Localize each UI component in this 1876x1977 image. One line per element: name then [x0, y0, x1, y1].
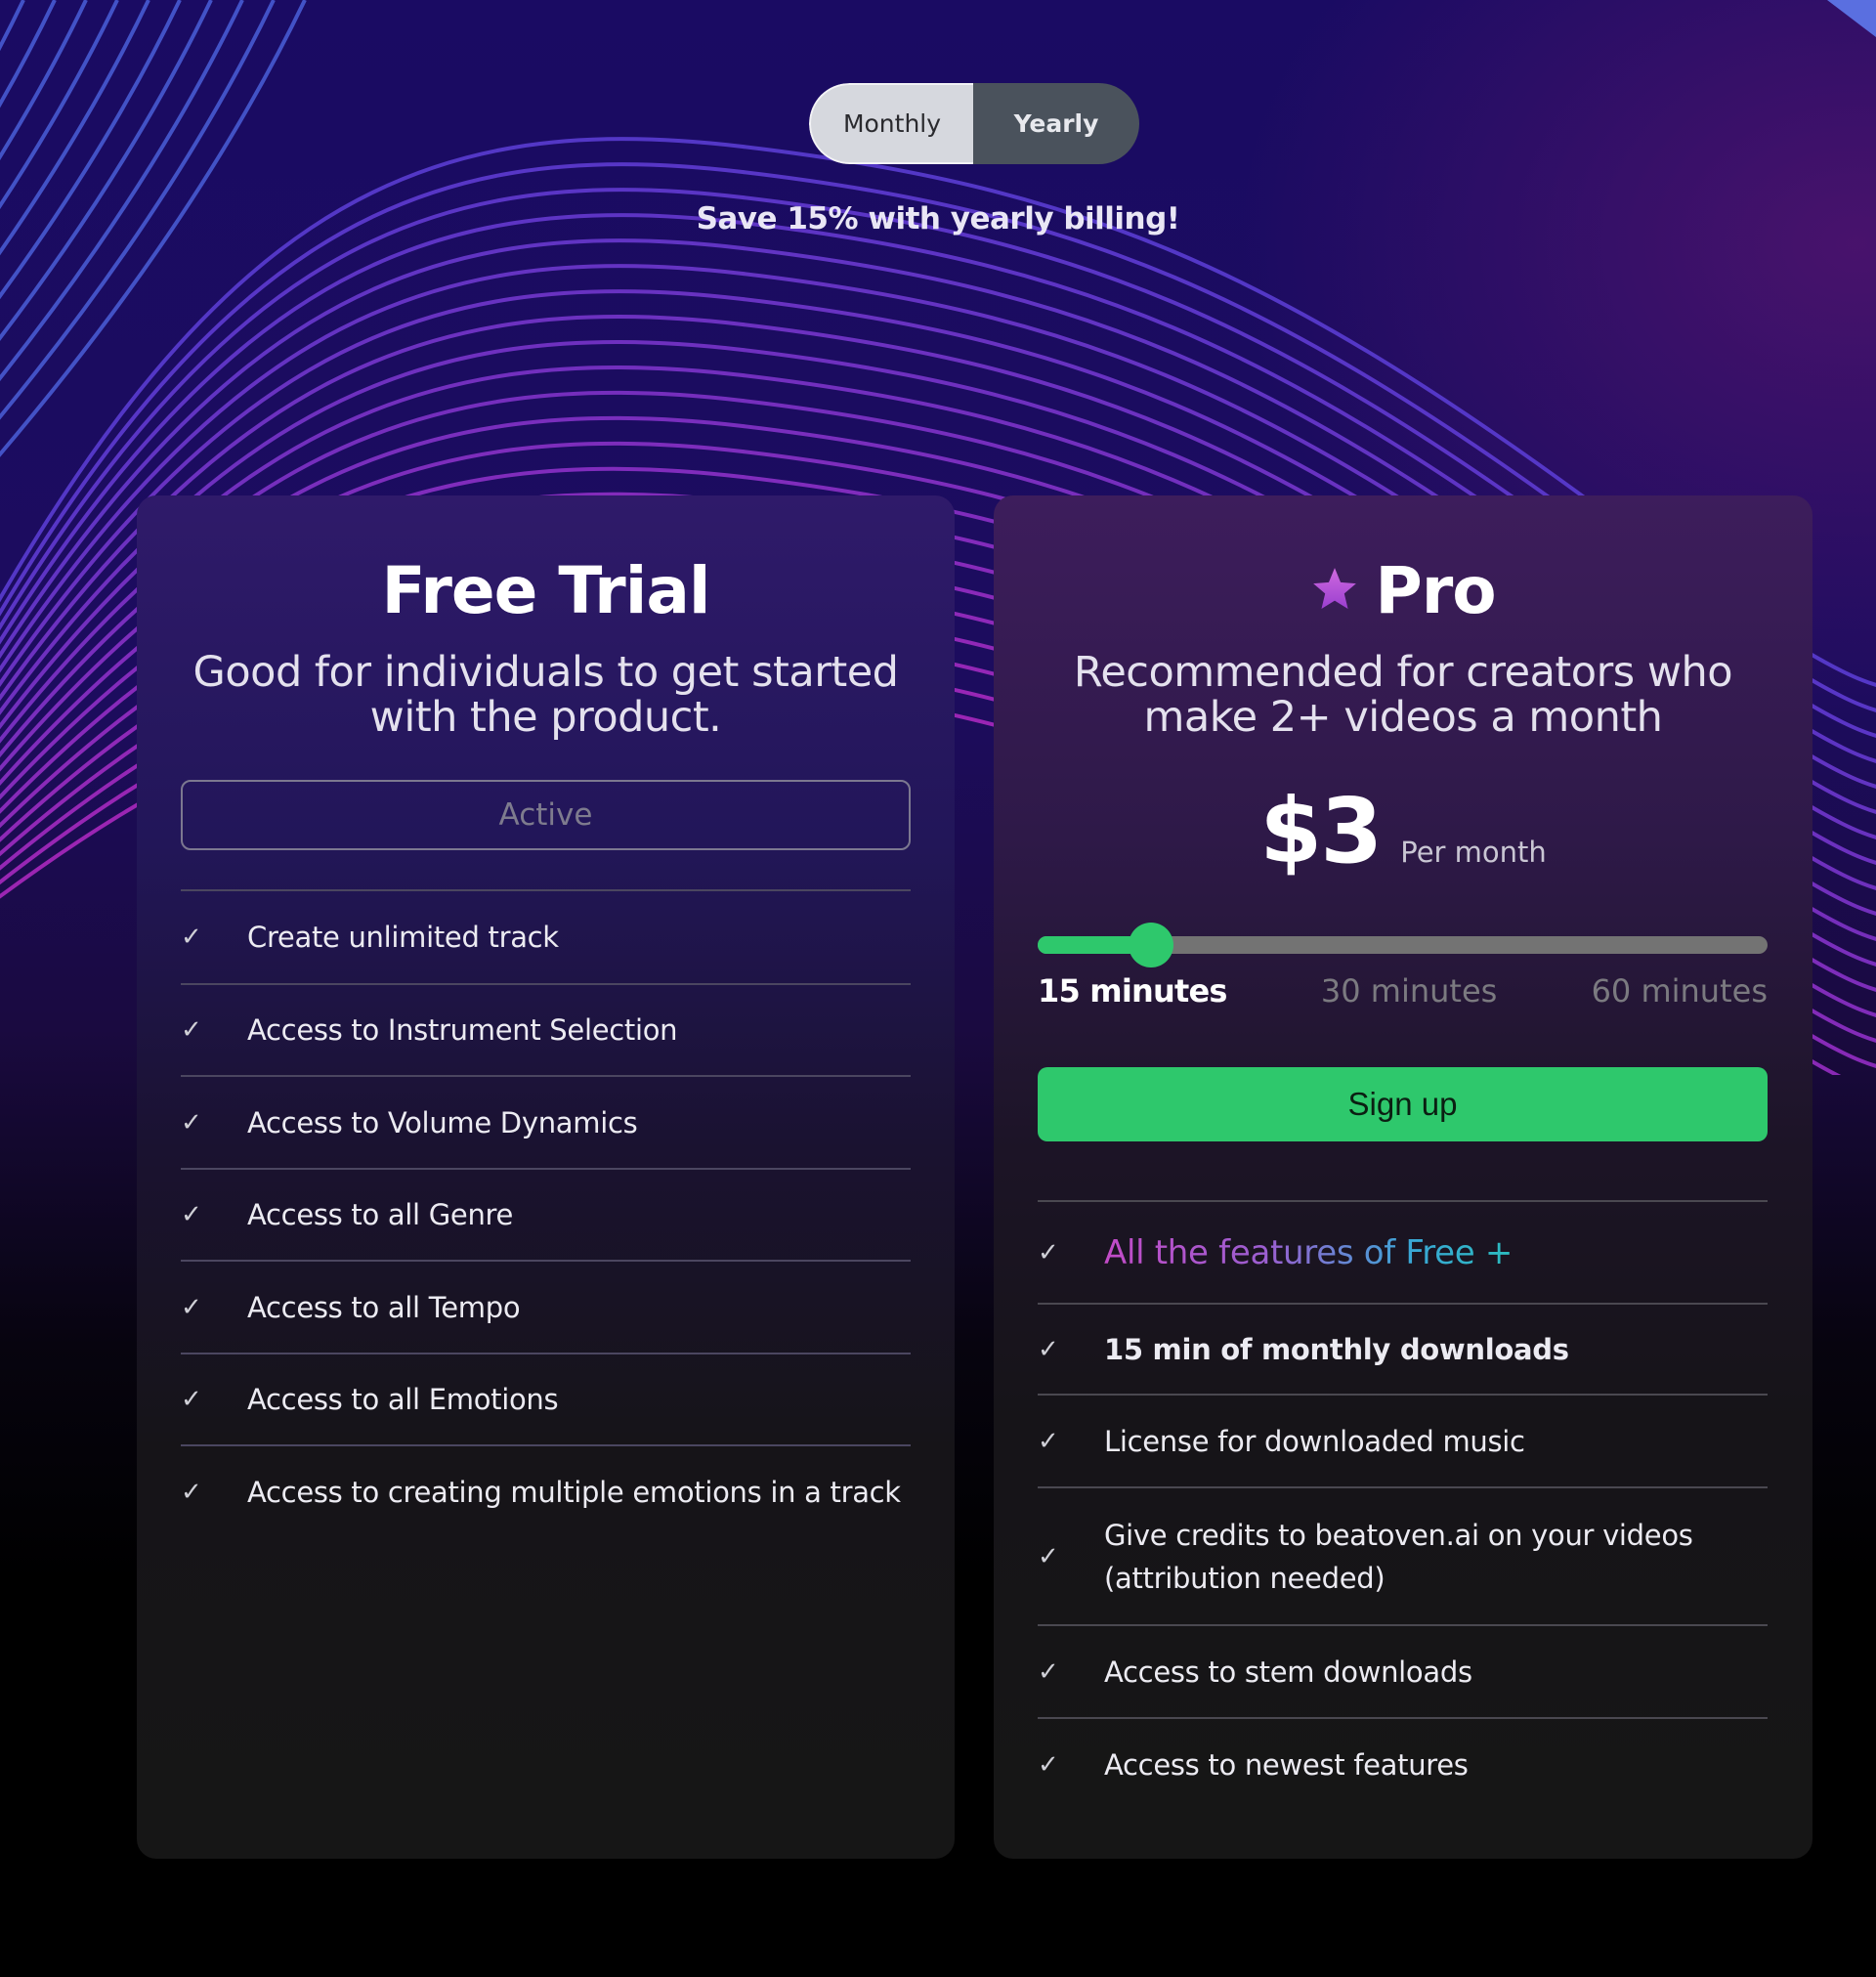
feature-item: ✓ All the features of Free + — [1038, 1200, 1768, 1303]
feature-text: Access to newest features — [1104, 1747, 1469, 1782]
feature-list: ✓ All the features of Free + ✓ 15 min of… — [1038, 1200, 1768, 1810]
feature-list: ✓ Create unlimited track ✓ Access to Ins… — [181, 889, 911, 1538]
plan-card-free: Free Trial Good for individuals to get s… — [137, 495, 955, 1859]
plan-title: Pro — [1375, 553, 1496, 628]
check-icon: ✓ — [1038, 1426, 1059, 1456]
check-icon: ✓ — [1038, 1656, 1059, 1687]
plan-description-line2: make 2+ videos a month — [1143, 693, 1663, 742]
minutes-slider[interactable] — [1038, 923, 1768, 967]
check-icon: ✓ — [181, 1015, 202, 1045]
wave-line — [0, 0, 88, 161]
slider-option-30[interactable]: 30 minutes — [1321, 972, 1497, 1011]
check-icon: ✓ — [181, 923, 202, 952]
plan-description-line1: Good for individuals to get started — [192, 648, 899, 697]
feature-text: Access to stem downloads — [1104, 1655, 1472, 1689]
sign-up-button[interactable]: Sign up — [1038, 1067, 1768, 1141]
plan-card-pro: Pro Recommended for creators who make 2+… — [994, 495, 1812, 1859]
feature-item: ✓ Give credits to beatoven.ai on your vi… — [1038, 1486, 1768, 1624]
check-icon: ✓ — [181, 1292, 202, 1322]
feature-text: Access to Volume Dynamics — [247, 1105, 638, 1139]
feature-item: ✓ Access to newest features — [1038, 1717, 1768, 1810]
check-icon: ✓ — [1038, 1237, 1059, 1268]
feature-item: ✓ Access to stem downloads — [1038, 1624, 1768, 1717]
plan-description-line2: with the product. — [369, 693, 722, 742]
billing-toggle[interactable]: Monthly Yearly — [809, 83, 1139, 164]
check-icon: ✓ — [1038, 1541, 1059, 1571]
slider-labels: 15 minutes 30 minutes 60 minutes — [1038, 972, 1768, 1011]
feature-text-highlight: All the features of Free + — [1104, 1232, 1514, 1272]
slider-option-15[interactable]: 15 minutes — [1038, 972, 1227, 1011]
feature-item: ✓ Access to Instrument Selection — [181, 983, 911, 1075]
check-icon: ✓ — [1038, 1334, 1059, 1364]
feature-item: ✓ Access to Volume Dynamics — [181, 1075, 911, 1168]
save-note: Save 15% with yearly billing! — [696, 201, 1180, 236]
corner-accent — [1827, 0, 1876, 37]
price-amount: $3 — [1259, 779, 1383, 883]
feature-item: ✓ Create unlimited track — [181, 889, 911, 983]
check-icon: ✓ — [1038, 1749, 1059, 1780]
feature-item: ✓ Access to creating multiple emotions i… — [181, 1444, 911, 1538]
feature-item: ✓ 15 min of monthly downloads — [1038, 1303, 1768, 1394]
star-icon — [1313, 568, 1357, 609]
check-icon: ✓ — [181, 1107, 202, 1138]
feature-text: Access to all Tempo — [247, 1290, 521, 1324]
feature-text: 15 min of monthly downloads — [1104, 1332, 1569, 1366]
feature-text: Access to all Emotions — [247, 1383, 559, 1416]
check-icon: ✓ — [181, 1200, 202, 1229]
feature-text: Create unlimited track — [247, 921, 559, 954]
slider-option-60[interactable]: 60 minutes — [1592, 972, 1768, 1011]
active-button[interactable]: Active — [181, 780, 911, 850]
feature-text: Access to creating multiple emotions in … — [247, 1476, 901, 1509]
price-row: $3 Per month — [994, 779, 1812, 883]
plan-description-line1: Recommended for creators who — [1073, 648, 1733, 697]
feature-item: ✓ Access to all Tempo — [181, 1260, 911, 1353]
check-icon: ✓ — [181, 1478, 202, 1507]
feature-text: License for downloaded music — [1104, 1424, 1525, 1458]
toggle-yearly[interactable]: Yearly — [973, 83, 1139, 164]
slider-thumb[interactable] — [1128, 923, 1173, 967]
plan-title-row: Pro — [994, 552, 1812, 630]
price-period: Per month — [1400, 836, 1547, 869]
feature-text: Access to all Genre — [247, 1198, 514, 1231]
toggle-monthly[interactable]: Monthly — [809, 83, 973, 164]
feature-item: ✓ License for downloaded music — [1038, 1394, 1768, 1486]
feature-item: ✓ Access to all Genre — [181, 1168, 911, 1260]
feature-text: Give credits to beatoven.ai on your vide… — [1104, 1518, 1693, 1595]
feature-text: Access to Instrument Selection — [247, 1013, 678, 1047]
feature-item: ✓ Access to all Emotions — [181, 1353, 911, 1444]
wave-line — [0, 0, 150, 256]
check-icon: ✓ — [181, 1385, 202, 1414]
plan-title: Free Trial — [381, 553, 710, 628]
